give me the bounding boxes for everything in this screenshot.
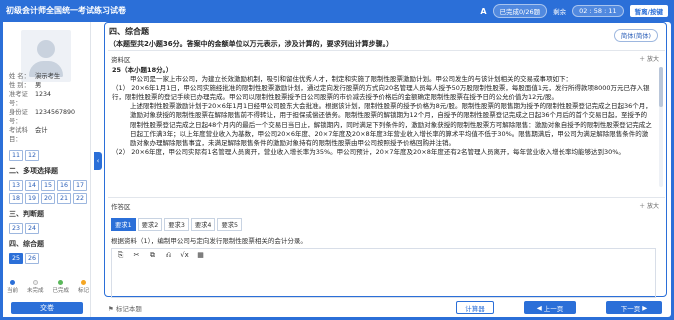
collapse-sidebar-icon[interactable]: ‹ <box>94 152 102 170</box>
question-number[interactable]: 21 <box>57 193 71 204</box>
question-number[interactable]: 19 <box>25 193 39 204</box>
info-row-id: 身份证号： 1234567890 <box>9 109 76 125</box>
question-number[interactable]: 12 <box>25 150 39 161</box>
question-number[interactable]: 14 <box>25 180 39 191</box>
submit-exam-button[interactable]: 交卷 <box>11 302 83 314</box>
legend-unfinished: 未完成 <box>27 280 44 294</box>
legend-finished: 已完成 <box>52 280 69 294</box>
material-item-1: （1） 20×6年1月1日，甲公司实施经批准的限制性股票激励计划，通过定向发行股… <box>112 84 650 102</box>
material-area: 资料区 ＋ 放大 25（本小题18分。） 甲公司是一家上市公司，为建立长效激励机… <box>108 50 665 193</box>
question-number[interactable]: 23 <box>9 223 23 234</box>
copy-icon[interactable]: ⎘ <box>116 251 125 260</box>
requirement-prompt: 根据资料（1），编制甲公司与定向发行限制性股票相关的会计分录。 <box>111 237 307 245</box>
tab-requirement-2[interactable]: 要求2 <box>137 218 163 231</box>
arrow-left-icon: ◀ <box>536 303 544 312</box>
question-number[interactable]: 22 <box>73 193 87 204</box>
status-legend: 当前 未完成 已完成 标记 <box>7 280 89 294</box>
app-title: 初级会计师全国统一考试练习试卷 <box>6 6 126 15</box>
question-number[interactable]: 18 <box>9 193 23 204</box>
undo-icon[interactable]: ⎌ <box>164 251 173 260</box>
legend-dot-icon <box>10 280 15 285</box>
legend-marked: 标记 <box>78 280 89 294</box>
answer-label: 作答区 <box>111 203 131 211</box>
question-number[interactable]: 20 <box>41 193 55 204</box>
top-bar: 初级会计师全国统一考试练习试卷 A 已完成0/26题 剩余 02 : 58 : … <box>0 0 674 22</box>
language-toggle[interactable]: 简体(简体) <box>613 29 658 42</box>
info-row-ticket: 准考证号： 1234 <box>9 91 52 107</box>
timer-label: 剩余 <box>553 8 567 16</box>
cut-icon[interactable]: ✂ <box>132 251 141 260</box>
question-number[interactable]: 16 <box>57 180 71 191</box>
legend-dot-icon <box>32 280 38 285</box>
scroll-thumb[interactable] <box>659 67 663 107</box>
candidate-info: 姓 名： 演示考生 性 别：男 准考证号： 1234 身份证号： 1234567890… <box>9 72 89 264</box>
table-icon[interactable]: ▦ <box>196 251 205 260</box>
avatar-head-icon <box>37 40 55 58</box>
material-heading: 25（本小题18分。） <box>112 66 173 74</box>
progress-indicator: 已完成0/26题 <box>492 4 548 18</box>
answer-editor[interactable]: ⎘ ✂ ⧉ ⎌ √x ▦ <box>111 248 656 298</box>
question-grid-judge: 23 24 <box>9 223 89 234</box>
answer-area: 作答区 ＋ 放大 要求1 要求2 要求3 要求4 要求5 根据资料（1），编制甲… <box>108 197 665 298</box>
info-row-subject: 考试科目： 会计 <box>9 127 48 143</box>
editor-toolbar: ⎘ ✂ ⧉ ⎌ √x ▦ <box>116 251 205 260</box>
answer-expand-button[interactable]: ＋ 放大 <box>639 201 659 210</box>
question-number[interactable]: 17 <box>73 180 87 191</box>
mark-question-button[interactable]: ⚑ 标记本题 <box>108 303 142 313</box>
question-number[interactable]: 13 <box>9 180 23 191</box>
legend-current: 当前 <box>7 280 18 294</box>
material-expand-button[interactable]: ＋ 放大 <box>639 54 659 63</box>
paste-icon[interactable]: ⧉ <box>148 251 157 260</box>
material-text: 25（本小题18分。） 甲公司是一家上市公司，为建立长效激励机制，吸引和留住优秀… <box>112 66 652 157</box>
legend-dot-icon <box>80 280 86 285</box>
info-row-gender: 性 别：男 <box>9 82 42 89</box>
previous-page-button[interactable]: ◀ 上一页 <box>524 301 576 314</box>
next-page-button[interactable]: 下一页 ▶ <box>606 301 662 314</box>
calculator-button[interactable]: 计算器 <box>456 301 494 314</box>
tab-requirement-4[interactable]: 要求4 <box>190 218 216 231</box>
question-panel: 四、综合题 （本题型共2小题36分。答案中的金额单位以万元表示，涉及计算的，要求… <box>104 22 667 298</box>
top-bar-right: A 已完成0/26题 剩余 02 : 58 : 11 暂离/按键 <box>480 4 668 18</box>
section-title-comprehensive: 四、综合题 <box>9 240 44 248</box>
material-scrollbar[interactable] <box>659 67 663 187</box>
section-title-judge: 三、判断题 <box>9 210 44 218</box>
material-label: 资料区 <box>111 56 131 64</box>
font-size-icon[interactable]: A <box>480 7 486 16</box>
question-number[interactable]: 15 <box>41 180 55 191</box>
material-item-2: （2） 20×6年度，甲公司实际有1名管理人员离开，营业收入增长率为35%。甲公… <box>112 147 625 156</box>
countdown-timer: 02 : 58 : 11 <box>572 5 624 17</box>
question-grid-top: 11 12 <box>9 150 89 161</box>
tab-requirement-5[interactable]: 要求5 <box>217 218 243 231</box>
section-title: 四、综合题 <box>109 27 149 36</box>
pause-button[interactable]: 暂离/按键 <box>629 5 668 17</box>
footer-bar: ⚑ 标记本题 计算器 ◀ 上一页 下一页 ▶ <box>104 301 667 315</box>
question-grid-multi: 13 14 15 16 17 18 19 20 21 22 <box>9 180 89 204</box>
sidebar: 姓 名： 演示考生 性 别：男 准考证号： 1234 身份证号： 1234567890… <box>3 22 91 317</box>
info-row-name: 姓 名： 演示考生 <box>9 73 61 80</box>
tab-requirement-3[interactable]: 要求3 <box>164 218 189 231</box>
question-grid-comprehensive: 25 26 <box>9 253 89 264</box>
question-number-current[interactable]: 25 <box>9 253 23 264</box>
section-title-multi: 二、多项选择题 <box>9 167 58 175</box>
flag-icon: ⚑ <box>108 305 114 313</box>
question-number[interactable]: 24 <box>25 223 39 234</box>
tab-requirement-1[interactable]: 要求1 <box>111 218 136 231</box>
section-instruction: （本题型共2小题36分。答案中的金额单位以万元表示，涉及计算的，要求列出计算步骤… <box>109 40 394 48</box>
requirement-tabs: 要求1 要求2 要求3 要求4 要求5 <box>111 218 243 231</box>
question-header: 四、综合题 （本题型共2小题36分。答案中的金额单位以万元表示，涉及计算的，要求… <box>109 26 664 49</box>
formula-icon[interactable]: √x <box>180 251 189 260</box>
material-item-1b: 上述限制性股票激励计划于20×6年1月1日经甲公司股东大会批准。根据该计划，限制… <box>130 102 652 147</box>
question-number[interactable]: 26 <box>25 253 39 264</box>
arrow-right-icon: ▶ <box>640 303 648 312</box>
exam-frame: 姓 名： 演示考生 性 别：男 准考证号： 1234 身份证号： 1234567890… <box>3 22 671 317</box>
legend-dot-icon <box>58 280 64 285</box>
material-intro: 甲公司是一家上市公司，为建立长效激励机制，吸引和留住优秀人才，制定和实施了限制性… <box>130 75 572 84</box>
question-number[interactable]: 11 <box>9 150 23 161</box>
